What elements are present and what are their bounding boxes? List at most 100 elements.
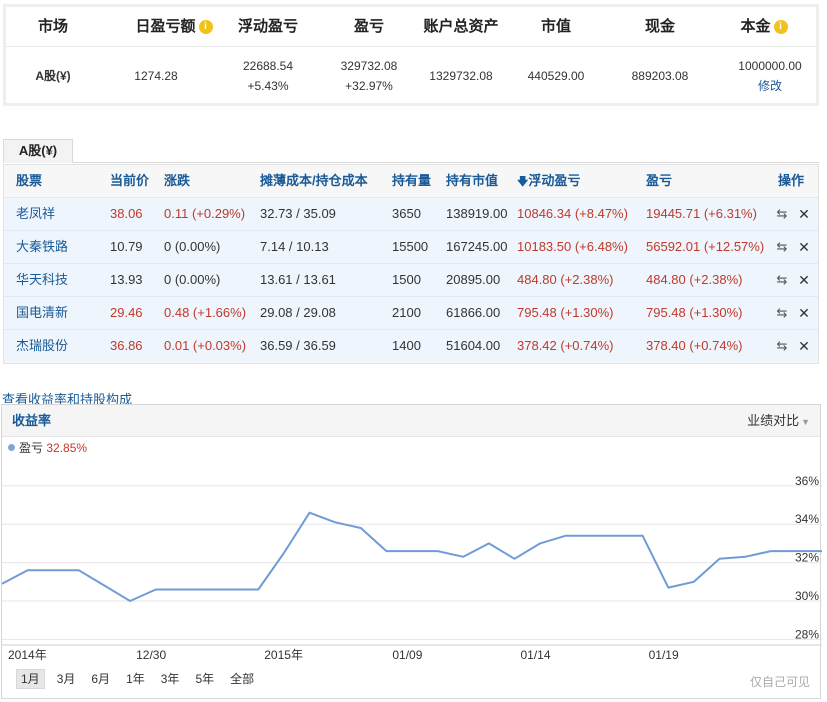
cell-pl: 378.40 (+0.74%) bbox=[646, 338, 743, 353]
floating-pl-percent: +5.43% bbox=[247, 79, 289, 93]
cell-pl: 484.80 (+2.38%) bbox=[646, 272, 743, 287]
cell-qty: 1500 bbox=[392, 272, 421, 287]
cell-cost: 36.59 / 36.59 bbox=[260, 338, 336, 353]
cell-change: 0.48 (+1.66%) bbox=[164, 305, 247, 320]
cash-value: 889203.08 bbox=[631, 69, 689, 83]
y-tick-label: 34% bbox=[795, 512, 819, 526]
remove-icon[interactable]: ✕ bbox=[796, 306, 812, 320]
returns-line-chart: 36% 34% 32% 30% 28% 2014年 12/30 2015年 01/09 01/14… bbox=[2, 474, 822, 662]
remove-icon[interactable]: ✕ bbox=[796, 339, 812, 353]
col-stock[interactable]: 股票 bbox=[16, 165, 42, 197]
col-qty[interactable]: 持有量 bbox=[392, 165, 431, 197]
cell-stock-name[interactable]: 国电清新 bbox=[16, 297, 68, 329]
legend-series-name: 盈亏 bbox=[19, 441, 44, 455]
cell-stock-name[interactable]: 老凤祥 bbox=[16, 198, 55, 230]
cell-change: 0 (0.00%) bbox=[164, 239, 221, 254]
principal-value: 1000000.00 修改 bbox=[720, 48, 820, 104]
time-range-selector: 1月 3月 6月 1年 3年 5年 全部 bbox=[16, 669, 266, 689]
edit-principal-link[interactable]: 修改 bbox=[720, 76, 820, 96]
header-principal-label: 本金 bbox=[740, 18, 771, 35]
trade-swap-icon[interactable]: ⇆ bbox=[774, 240, 790, 254]
returns-chart-panel: 36% 34% 32% 30% 28% 2014年 12/30 2015年 01/09 01/14… bbox=[1, 404, 822, 699]
col-ops: 操作 bbox=[778, 173, 805, 188]
range-button[interactable]: 1月 bbox=[16, 669, 45, 689]
cell-change: 0.11 (+0.29%) bbox=[164, 206, 246, 221]
cell-price: 10.79 bbox=[110, 239, 143, 254]
cell-cost: 32.73 / 35.09 bbox=[260, 206, 336, 221]
summary-header-row: 市场 日盈亏额 i 浮动盈亏 盈亏 账户总资产 市值 现金 本金 i bbox=[6, 7, 816, 47]
header-market-value: 市值 bbox=[540, 18, 571, 35]
col-market-value[interactable]: 持有市值 bbox=[446, 165, 498, 197]
range-button[interactable]: 6月 bbox=[87, 669, 114, 689]
cell-price: 36.86 bbox=[110, 338, 143, 353]
cell-stock-name[interactable]: 华天科技 bbox=[16, 264, 68, 296]
range-button[interactable]: 全部 bbox=[226, 669, 258, 689]
range-button[interactable]: 1年 bbox=[122, 669, 149, 689]
trade-swap-icon[interactable]: ⇆ bbox=[774, 339, 790, 353]
header-cash: 现金 bbox=[644, 18, 675, 35]
cell-change: 0.01 (+0.03%) bbox=[164, 338, 247, 353]
cell-stock-name[interactable]: 杰瑞股份 bbox=[16, 330, 68, 362]
cell-stock-name[interactable]: 大秦铁路 bbox=[16, 231, 68, 263]
range-button[interactable]: 5年 bbox=[191, 669, 218, 689]
remove-icon[interactable]: ✕ bbox=[796, 273, 812, 287]
remove-icon[interactable]: ✕ bbox=[796, 207, 812, 221]
x-tick-label: 2015年 bbox=[264, 648, 303, 662]
legend-dot-icon bbox=[8, 444, 15, 451]
header-principal: 本金 i bbox=[714, 7, 814, 47]
chart-legend: 盈亏 32.85% bbox=[8, 439, 87, 457]
header-floating-pl: 浮动盈亏 bbox=[237, 18, 298, 35]
x-tick-label: 12/30 bbox=[136, 648, 166, 662]
x-tick-label: 01/19 bbox=[649, 648, 679, 662]
cell-qty: 2100 bbox=[392, 305, 421, 320]
col-change[interactable]: 涨跌 bbox=[164, 165, 190, 197]
col-cost[interactable]: 摊薄成本/持仓成本 bbox=[260, 165, 368, 197]
info-icon[interactable]: i bbox=[773, 20, 788, 34]
cell-price: 38.06 bbox=[110, 206, 143, 221]
trade-swap-icon[interactable]: ⇆ bbox=[774, 306, 790, 320]
cell-market-value: 51604.00 bbox=[446, 338, 501, 353]
cell-floating-pl: 795.48 (+1.30%) bbox=[517, 305, 614, 320]
table-row: 杰瑞股份 36.86 0.01 (+0.03%) 36.59 / 36.59 1400 5… bbox=[4, 329, 818, 362]
range-button[interactable]: 3月 bbox=[53, 669, 80, 689]
cell-qty: 1400 bbox=[392, 338, 421, 353]
market-value-value: 440529.00 bbox=[527, 69, 585, 83]
remove-icon[interactable]: ✕ bbox=[796, 240, 812, 254]
cell-market-value: 61866.00 bbox=[446, 305, 501, 320]
info-icon[interactable]: i bbox=[198, 20, 213, 34]
tab-a-shares[interactable]: A股(¥) bbox=[3, 139, 73, 163]
cell-pl: 795.48 (+1.30%) bbox=[646, 305, 743, 320]
range-button[interactable]: 3年 bbox=[157, 669, 184, 689]
total-assets-value: 1329732.08 bbox=[429, 69, 493, 83]
floating-pl-amount: 22688.54 bbox=[242, 59, 294, 73]
col-pl[interactable]: 盈亏 bbox=[646, 165, 672, 197]
x-tick-label: 01/09 bbox=[392, 648, 422, 662]
cell-qty: 3650 bbox=[392, 206, 421, 221]
cell-price: 13.93 bbox=[110, 272, 143, 287]
header-daily-pl-label: 日盈亏额 bbox=[135, 18, 196, 35]
cell-cost: 7.14 / 10.13 bbox=[260, 239, 329, 254]
market-tab-bar: A股(¥) bbox=[3, 139, 819, 163]
trade-swap-icon[interactable]: ⇆ bbox=[774, 273, 790, 287]
col-floating-pl[interactable]: 🡇浮动盈亏 bbox=[517, 165, 580, 197]
table-row: 老凤祥 38.06 0.11 (+0.29%) 32.73 / 35.09 3650 13… bbox=[4, 197, 818, 230]
x-tick-label: 2014年 bbox=[8, 648, 47, 662]
header-total-assets: 账户总资产 bbox=[423, 18, 499, 35]
table-row: 国电清新 29.46 0.48 (+1.66%) 29.08 / 29.08 2100 6… bbox=[4, 296, 818, 329]
performance-compare-dropdown[interactable]: 业绩对比 ▼ bbox=[747, 405, 810, 438]
series-line-pl bbox=[2, 511, 822, 602]
header-market: 市场 bbox=[37, 18, 68, 35]
chart-header: 收益率 业绩对比 ▼ bbox=[2, 405, 820, 437]
cell-change: 0 (0.00%) bbox=[164, 272, 221, 287]
cell-floating-pl: 10846.34 (+8.47%) bbox=[517, 206, 628, 221]
cell-cost: 29.08 / 29.08 bbox=[260, 305, 336, 320]
col-price[interactable]: 当前价 bbox=[110, 165, 149, 197]
cell-floating-pl: 484.80 (+2.38%) bbox=[517, 272, 614, 287]
cell-cost: 13.61 / 13.61 bbox=[260, 272, 336, 287]
y-tick-label: 32% bbox=[795, 551, 819, 565]
market-name: A股(¥) bbox=[35, 69, 71, 83]
holdings-header-row: 股票 当前价 涨跌 摊薄成本/持仓成本 持有量 持有市值 🡇浮动盈亏 盈亏 操作 bbox=[4, 165, 818, 197]
trade-swap-icon[interactable]: ⇆ bbox=[774, 207, 790, 221]
compare-label: 业绩对比 bbox=[747, 413, 800, 428]
cell-market-value: 138919.00 bbox=[446, 206, 508, 221]
